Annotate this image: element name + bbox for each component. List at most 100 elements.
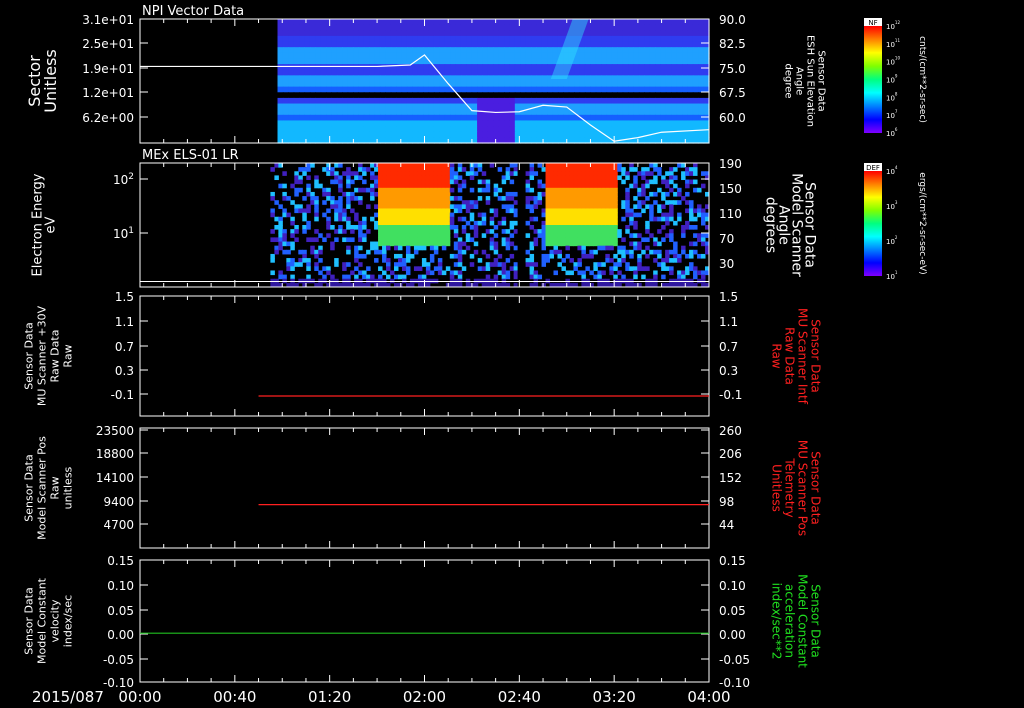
spectrogram-cell	[493, 97, 500, 105]
spectrogram-cell	[541, 52, 548, 60]
spectrogram-cell	[574, 58, 581, 65]
spectrogram-cell	[278, 237, 283, 243]
spectrogram-cell	[445, 225, 451, 230]
spectrogram-cell	[590, 81, 597, 88]
spectrogram-cell	[406, 109, 413, 116]
spectrogram-cell	[673, 249, 678, 255]
spectrogram-cell	[589, 237, 594, 243]
spectrogram-cell	[557, 233, 562, 238]
spectrogram-cell	[649, 81, 656, 88]
spectrogram-cell	[274, 200, 279, 205]
spectrogram-cell	[390, 270, 395, 276]
spectrogram-cell	[369, 64, 376, 71]
els-spectrogram	[270, 163, 710, 288]
spectrogram-cell	[692, 35, 699, 43]
spectrogram-cell	[552, 35, 559, 43]
spectrogram-cell	[331, 41, 338, 48]
spectrogram-cell	[584, 30, 591, 37]
spectrogram-cell	[493, 92, 500, 99]
spectrogram-cell	[553, 249, 558, 255]
spectrogram-cell	[293, 52, 300, 60]
spectrogram-cell	[514, 131, 521, 138]
spectrogram-cell	[682, 52, 689, 60]
spectrogram-cell	[362, 220, 367, 226]
spectrogram-cell	[628, 86, 635, 93]
spectrogram-cell	[342, 86, 349, 93]
spectrogram-cell	[601, 103, 608, 110]
spectrogram-cell	[513, 163, 519, 168]
spectrogram-cell	[370, 163, 375, 168]
spectrogram-cell	[493, 249, 499, 255]
spectrogram-cell	[401, 97, 408, 105]
spectrogram-cell	[698, 64, 705, 71]
spectrogram-cell	[293, 120, 300, 127]
spectrogram-cell	[557, 171, 562, 176]
spectrogram-cell	[537, 163, 543, 168]
spectrogram-cell	[417, 204, 423, 209]
spectrogram-cell	[413, 171, 419, 176]
spectrogram-cell	[320, 58, 327, 65]
spectrogram-cell	[661, 258, 666, 263]
spectrogram-cell	[525, 233, 531, 238]
spectrogram-cell	[396, 69, 403, 76]
spectrogram-cell	[358, 262, 363, 267]
spectrogram-cell	[629, 249, 634, 255]
spectrogram-cell	[655, 75, 662, 82]
spectrogram-cell	[574, 103, 581, 110]
spectrogram-cell	[617, 64, 624, 71]
tick-base: 10	[113, 173, 128, 187]
spectrogram-cell	[501, 175, 507, 181]
spectrogram-cell	[613, 274, 618, 280]
y-axis-label: unitless	[62, 466, 75, 509]
spectrogram-cell	[574, 131, 581, 138]
spectrogram-cell	[541, 69, 548, 76]
spectrogram-cell	[593, 208, 598, 214]
spectrogram-cell	[493, 212, 499, 218]
spectrogram-cell	[597, 212, 602, 218]
spectrogram-cell	[374, 30, 381, 37]
spectrogram-cell	[509, 97, 516, 105]
spectrogram-cell	[547, 35, 554, 43]
spectrogram-cell	[681, 171, 686, 176]
spectrogram-cell	[294, 187, 299, 193]
spectrogram-cell	[509, 75, 516, 82]
spectrogram-cell	[413, 225, 419, 230]
spectrogram-cell	[433, 233, 439, 238]
spectrogram-cell	[394, 220, 399, 226]
spectrogram-cell	[676, 109, 683, 116]
spectrogram-cell	[687, 86, 694, 93]
spectrogram-cell	[429, 225, 435, 230]
spectrogram-cell	[429, 241, 435, 247]
spectrogram-cell	[466, 114, 473, 122]
spectrogram-cell	[605, 212, 610, 218]
spectrogram-cell	[421, 175, 427, 181]
spectrogram-cell	[358, 64, 365, 71]
spectrogram-cell	[294, 179, 299, 185]
spectrogram-cell	[633, 81, 640, 88]
spectrogram-cell	[698, 126, 705, 133]
spectrogram-cell	[698, 81, 705, 88]
spectrogram-cell	[581, 249, 586, 255]
spectrogram-cell	[471, 47, 478, 54]
spectrogram-cell	[309, 114, 316, 122]
spectrogram-cell	[553, 183, 558, 189]
spectrogram-cell	[557, 262, 562, 267]
spectrogram-cell	[477, 41, 484, 48]
x-tick-label: 02:00	[403, 688, 446, 706]
spectrogram-cell	[405, 204, 411, 209]
spectrogram-cell	[621, 167, 626, 172]
spectrogram-cell	[445, 216, 451, 222]
spectrogram-cell	[514, 120, 521, 127]
spectrogram-cell	[561, 225, 566, 230]
spectrogram-cell	[545, 163, 551, 168]
x-tick-label: 00:40	[213, 688, 256, 706]
spectrogram-cell	[617, 175, 622, 181]
spectrogram-cell	[638, 64, 645, 71]
spectrogram-cell	[469, 167, 475, 172]
spectrogram-cell	[657, 171, 662, 176]
spectrogram-cell	[417, 81, 424, 88]
spectrogram-cell	[278, 220, 283, 226]
spectrogram-cell	[498, 75, 505, 82]
spectrogram-cell	[536, 131, 543, 138]
spectrogram-cell	[433, 131, 440, 138]
